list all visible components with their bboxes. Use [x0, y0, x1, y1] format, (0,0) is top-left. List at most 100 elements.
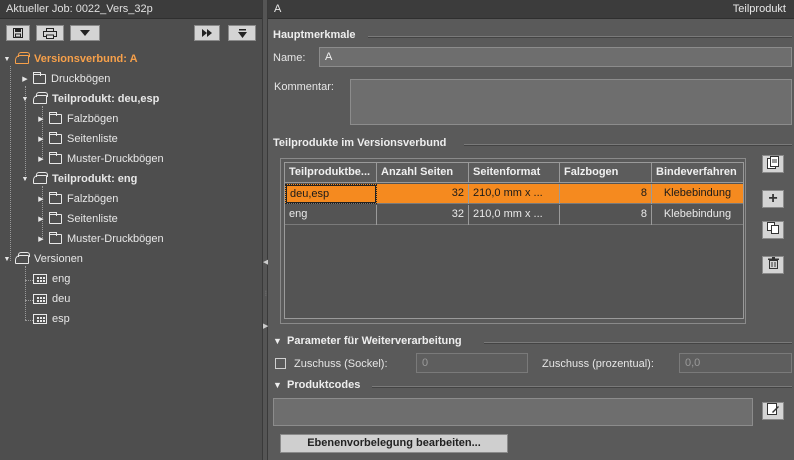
tree-node-teilprodukt-eng[interactable]: ▼ Teilprodukt: eng [20, 170, 137, 188]
teilprodukte-table[interactable]: Teilproduktbe... Anzahl Seiten Seitenfor… [284, 162, 744, 319]
table-cell[interactable]: Klebebindung [652, 184, 743, 204]
section-title-hauptmerkmale: Hauptmerkmale [273, 29, 356, 41]
table-row[interactable]: deu,esp 32 210,0 mm x ... 8 Klebebindung [285, 184, 743, 204]
table-cell[interactable]: 8 [560, 205, 652, 225]
product-stack-icon [33, 91, 48, 104]
job-tree-panel: Aktueller Job: 0022_Vers_32p ▼ Versionsv… [0, 0, 262, 460]
table-cell[interactable]: deu,esp [285, 184, 377, 204]
expanded-arrow-icon[interactable]: ▼ [2, 256, 12, 263]
zuschuss-sockel-label: Zuschuss (Sockel): [294, 358, 388, 370]
table-cell[interactable]: 210,0 mm x ... [469, 205, 560, 225]
folder-icon [49, 192, 62, 204]
table-header-row: Teilproduktbe... Anzahl Seiten Seitenfor… [285, 163, 743, 183]
ebenenvorbelegung-button[interactable]: Ebenenvorbelegung bearbeiten... [280, 434, 508, 453]
column-header[interactable]: Falzbogen [560, 163, 652, 183]
forward-button[interactable] [194, 25, 220, 41]
collapsed-arrow-icon[interactable]: ▶ [20, 75, 30, 83]
kommentar-label: Kommentar: [274, 81, 334, 93]
tree-node-muster-druckboegen[interactable]: ▶ Muster-Druckbögen [36, 150, 164, 168]
edit-produktcodes-button[interactable] [762, 402, 784, 420]
kommentar-field[interactable] [350, 79, 792, 125]
product-stack-icon [15, 51, 30, 64]
print-button[interactable] [36, 25, 64, 41]
section-divider [372, 386, 792, 388]
section-divider [368, 36, 792, 38]
collapsed-arrow-icon[interactable]: ▶ [36, 135, 46, 143]
collapsed-arrow-icon[interactable]: ▶ [36, 155, 46, 163]
table-cell[interactable]: 32 [377, 205, 469, 225]
collapsed-arrow-icon[interactable]: ▶ [36, 215, 46, 223]
save-button[interactable] [6, 25, 30, 41]
tree-node-seitenliste[interactable]: ▶ Seitenliste [36, 130, 118, 148]
version-grid-icon [33, 274, 47, 284]
chevron-down-icon [80, 30, 90, 36]
add-teilprodukt-button[interactable]: + [762, 190, 784, 208]
zuschuss-prozentual-label: Zuschuss (prozentual): [542, 358, 654, 370]
section-collapse-arrow-icon[interactable]: ▼ [273, 336, 282, 346]
job-header: Aktueller Job: 0022_Vers_32p [0, 0, 262, 19]
copy-teilprodukt-button[interactable] [762, 221, 784, 239]
tree-node-version-esp[interactable]: esp [30, 310, 70, 328]
column-header[interactable]: Seitenformat [469, 163, 560, 183]
folder-icon [49, 132, 62, 144]
tree-node-falzboegen[interactable]: ▶ Falzbögen [36, 190, 118, 208]
column-header[interactable]: Teilproduktbe... [285, 163, 377, 183]
zuschuss-sockel-checkbox[interactable] [275, 358, 286, 369]
trash-icon [767, 257, 779, 269]
edit-teilprodukt-button[interactable] [762, 155, 784, 173]
plus-icon: + [768, 190, 778, 207]
tree-node-versionsverbund[interactable]: ▼ Versionsverbund: A [2, 50, 138, 68]
collapse-down-icon [237, 28, 247, 38]
table-cell[interactable]: 210,0 mm x ... [469, 184, 560, 204]
name-field[interactable]: A [319, 47, 792, 67]
column-header[interactable]: Bindeverfahren [652, 163, 743, 183]
table-cell[interactable]: eng [285, 205, 377, 225]
folder-icon [49, 152, 62, 164]
version-grid-icon [33, 314, 47, 324]
table-cell[interactable]: 8 [560, 184, 652, 204]
collapsed-arrow-icon[interactable]: ▶ [36, 115, 46, 123]
expanded-arrow-icon[interactable]: ▼ [2, 56, 12, 63]
tree-node-version-deu[interactable]: deu [30, 290, 70, 308]
tree-node-falzboegen[interactable]: ▶ Falzbögen [36, 110, 118, 128]
options-dropdown-button[interactable] [70, 25, 100, 41]
column-header[interactable]: Anzahl Seiten [377, 163, 469, 183]
selected-object-name: A [274, 3, 282, 15]
zuschuss-sockel-field[interactable]: 0 [416, 353, 528, 373]
tree-node-version-eng[interactable]: eng [30, 270, 70, 288]
expanded-arrow-icon[interactable]: ▼ [20, 96, 30, 103]
section-divider [464, 144, 792, 146]
delete-teilprodukt-button[interactable] [762, 256, 784, 274]
product-stack-icon [33, 171, 48, 184]
tree-node-druckboegen[interactable]: ▶ Druckbögen [20, 70, 110, 88]
section-divider [484, 342, 792, 344]
teilprodukte-table-frame: Teilproduktbe... Anzahl Seiten Seitenfor… [280, 158, 746, 324]
tree-node-muster-druckboegen[interactable]: ▶ Muster-Druckbögen [36, 230, 164, 248]
object-type-label: Teilprodukt [732, 3, 786, 15]
table-row[interactable]: eng 32 210,0 mm x ... 8 Klebebindung [285, 205, 743, 225]
properties-header: A Teilprodukt [268, 0, 794, 19]
product-stack-icon [15, 251, 30, 264]
tree-node-versionen[interactable]: ▼ Versionen [2, 250, 83, 268]
section-title-produktcodes: Produktcodes [287, 379, 361, 391]
expand-button[interactable] [228, 25, 256, 41]
edit-document-icon [767, 156, 779, 169]
table-cell[interactable]: 32 [377, 184, 469, 204]
folder-icon [49, 232, 62, 244]
version-grid-icon [33, 294, 47, 304]
fast-forward-icon [201, 29, 212, 37]
edit-pencil-icon [767, 403, 779, 415]
expanded-arrow-icon[interactable]: ▼ [20, 176, 30, 183]
tree-node-teilprodukt-deu-esp[interactable]: ▼ Teilprodukt: deu,esp [20, 90, 159, 108]
collapsed-arrow-icon[interactable]: ▶ [36, 235, 46, 243]
section-collapse-arrow-icon[interactable]: ▼ [273, 380, 282, 390]
tree-toolbar [0, 19, 262, 45]
table-cell[interactable]: Klebebindung [652, 205, 743, 225]
produktcodes-field[interactable] [273, 398, 753, 426]
zuschuss-prozentual-field[interactable]: 0,0 [679, 353, 792, 373]
folder-icon [49, 112, 62, 124]
printer-icon [43, 27, 57, 39]
collapsed-arrow-icon[interactable]: ▶ [36, 195, 46, 203]
tree-node-seitenliste[interactable]: ▶ Seitenliste [36, 210, 118, 228]
floppy-icon [13, 28, 23, 38]
